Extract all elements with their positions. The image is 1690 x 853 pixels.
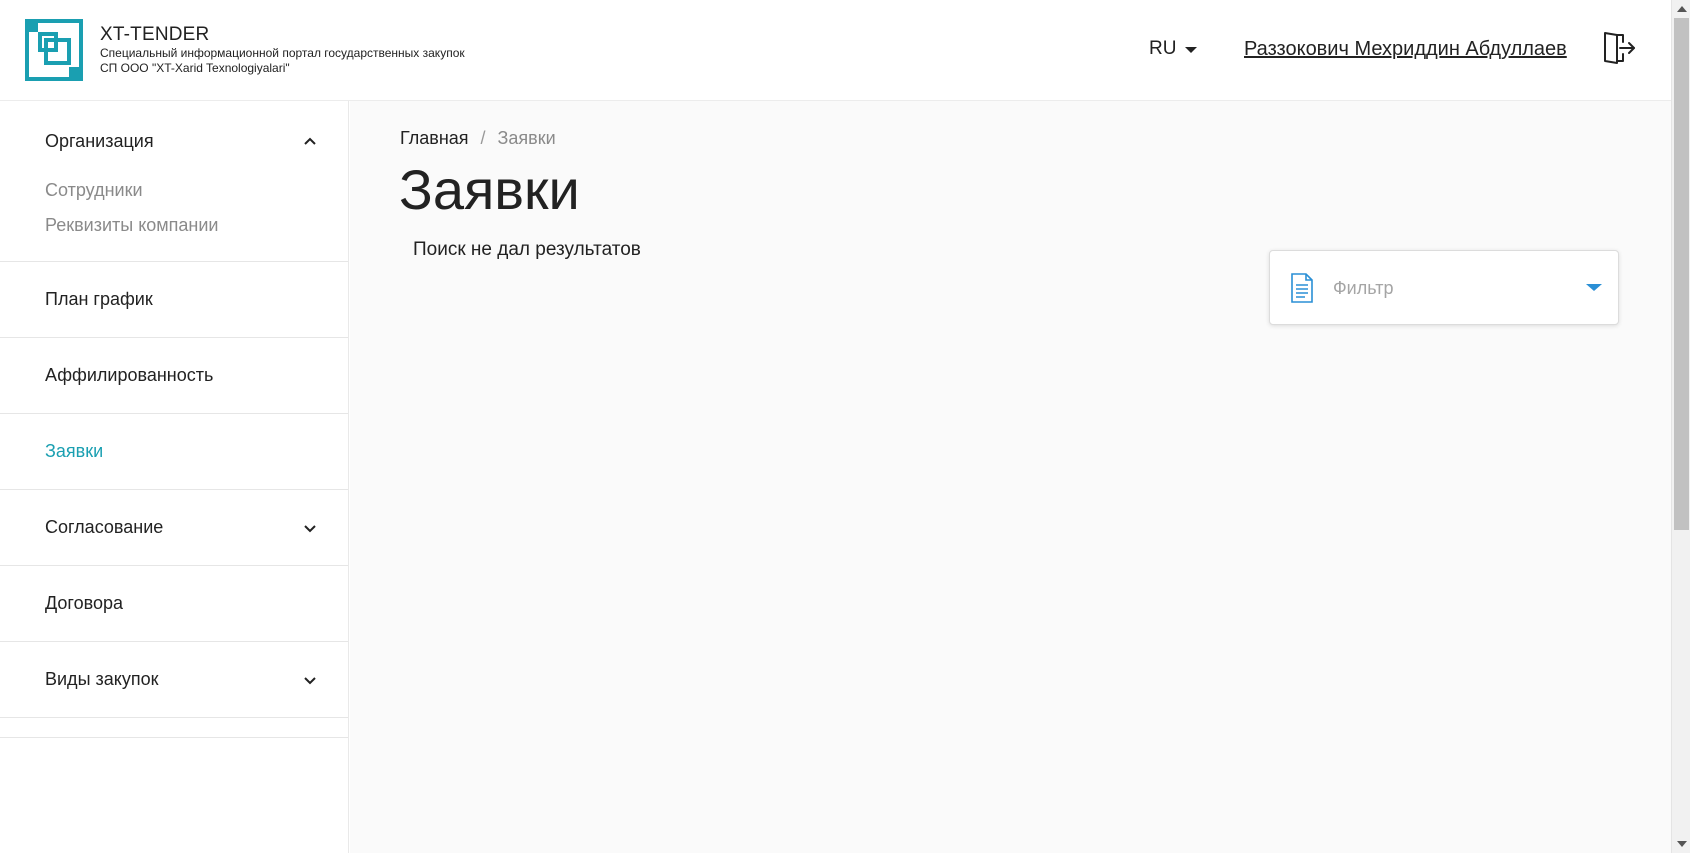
sidebar-nav: Организация Сотрудники Реквизиты компани… (0, 101, 349, 853)
brand-subtitle: Специальный информационной портал госуда… (100, 46, 465, 60)
sidebar-section-procurement-types: Виды закупок (0, 642, 348, 718)
sidebar-item-affiliation[interactable]: Аффилированность (0, 338, 348, 413)
sidebar-item-label: Организация (45, 130, 154, 151)
sidebar-item-label: Виды закупок (45, 669, 159, 689)
document-icon (1291, 273, 1313, 303)
filter-dropdown[interactable]: Фильтр (1269, 250, 1619, 325)
chevron-up-icon[interactable] (302, 133, 318, 149)
sidebar-item-requests[interactable]: Заявки (0, 414, 348, 489)
caret-down-icon (1586, 284, 1602, 291)
sidebar-section-approval: Согласование (0, 490, 348, 566)
sidebar-section-affiliation: Аффилированность (0, 338, 348, 414)
sidebar-divider (0, 718, 348, 738)
sidebar-subitem-employees[interactable]: Сотрудники (0, 173, 348, 208)
page-title: Заявки (399, 158, 580, 221)
sidebar-item-label: Заявки (45, 441, 104, 461)
scrollbar-thumb[interactable] (1674, 18, 1689, 530)
language-label: RU (1149, 38, 1177, 59)
scroll-down-arrow-icon[interactable] (1677, 841, 1687, 847)
sidebar-item-organization[interactable]: Организация (0, 101, 348, 173)
breadcrumb-current: Заявки (497, 128, 556, 148)
xt-tender-logo[interactable] (25, 19, 83, 81)
sidebar-subitem-company-details[interactable]: Реквизиты компании (0, 208, 348, 243)
breadcrumb-separator: / (480, 128, 486, 148)
user-profile-link[interactable]: Раззокович Мехриддин Абдуллаев (1244, 38, 1567, 61)
chevron-down-icon[interactable] (302, 520, 318, 536)
chevron-down-icon[interactable] (302, 672, 318, 688)
sidebar-item-plan-schedule[interactable]: План график (0, 262, 348, 337)
brand-company: СП ООО "XT-Xarid Texnologiyalari" (100, 61, 290, 75)
sidebar-section-organization: Организация Сотрудники Реквизиты компани… (0, 101, 348, 262)
sidebar-item-procurement-types[interactable]: Виды закупок (0, 642, 348, 717)
brand-block: XT-TENDER Специальный информационной пор… (100, 24, 465, 76)
language-selector[interactable]: RU (1149, 38, 1198, 60)
sidebar-section-contracts: Договора (0, 566, 348, 642)
page-scrollbar[interactable] (1671, 0, 1690, 853)
sidebar-item-contracts[interactable]: Договора (0, 566, 348, 641)
sidebar-section-plan: План график (0, 262, 348, 338)
brand-title: XT-TENDER (100, 24, 210, 45)
top-header: XT-TENDER Специальный информационной пор… (0, 0, 1671, 101)
sidebar-item-label: Согласование (45, 517, 164, 537)
sidebar-item-approval[interactable]: Согласование (0, 490, 348, 565)
sidebar-item-label: План график (45, 289, 153, 309)
breadcrumb-home-link[interactable]: Главная (400, 128, 469, 149)
sidebar-item-label: Аффилированность (45, 365, 214, 385)
empty-results-message: Поиск не дал результатов (413, 239, 641, 260)
filter-placeholder: Фильтр (1333, 278, 1394, 298)
breadcrumb: Главная / Заявки (400, 128, 556, 149)
sidebar-section-requests: Заявки (0, 414, 348, 490)
main-content: Главная / Заявки Заявки Поиск не дал рез… (350, 101, 1671, 853)
sidebar-item-label: Договора (45, 593, 123, 613)
scroll-up-arrow-icon[interactable] (1677, 6, 1687, 12)
caret-down-icon (1185, 47, 1198, 53)
logout-icon[interactable] (1602, 31, 1636, 65)
